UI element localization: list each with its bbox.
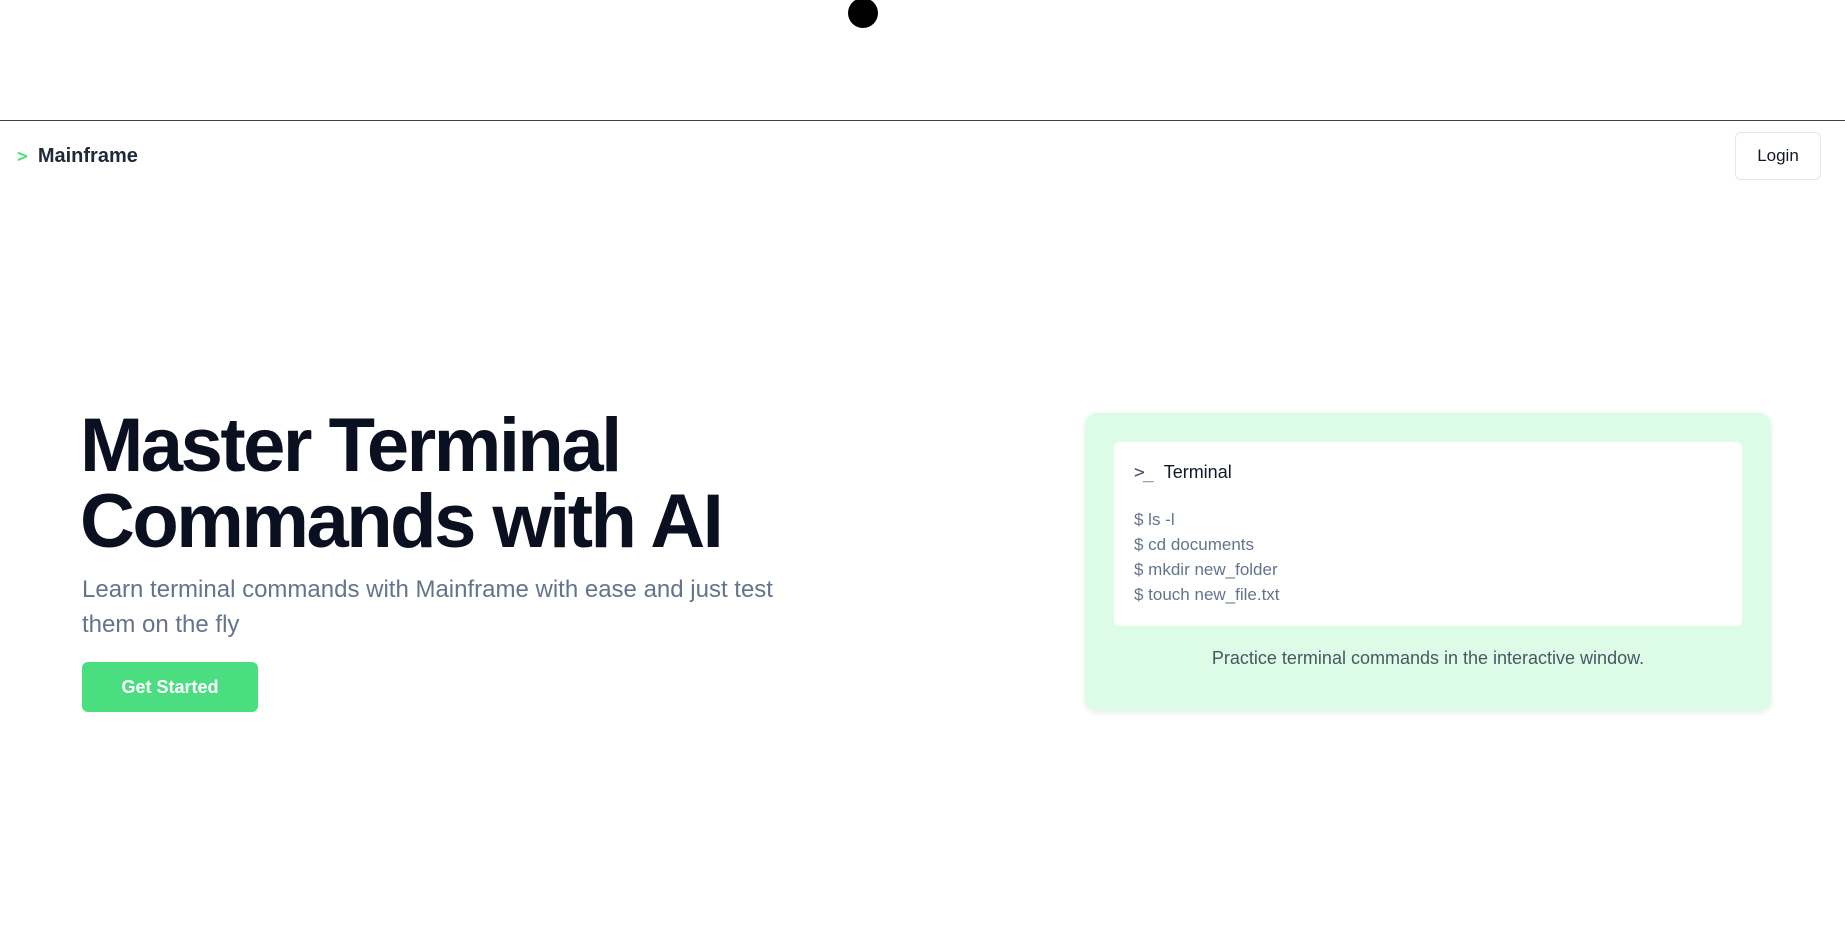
terminal-line: $ cd documents [1134,535,1255,554]
terminal-command-list: $ ls -l $ cd documents $ mkdir new_folde… [1134,507,1280,607]
chevron-right-icon: > [17,146,28,167]
camera-notch [848,0,878,28]
brand-logo-link[interactable]: > Mainframe [17,145,138,168]
terminal-line: $ touch new_file.txt [1134,585,1280,604]
terminal-line: $ mkdir new_folder [1134,560,1278,579]
site-header: > Mainframe Login [0,121,1845,195]
hero-title: Master Terminal Commands with AI [80,403,724,564]
terminal-icon: >_ [1134,462,1154,483]
hero-subtitle: Learn terminal commands with Mainframe w… [82,576,773,638]
login-button[interactable]: Login [1735,132,1821,180]
terminal-caption: Practice terminal commands in the intera… [1211,648,1645,668]
get-started-button[interactable]: Get Started [82,662,258,712]
terminal-line: $ ls -l [1134,510,1175,529]
terminal-window[interactable]: >_ Terminal $ ls -l $ cd documents $ mkd… [1114,442,1742,626]
terminal-title: Terminal [1163,462,1232,482]
terminal-card: >_ Terminal $ ls -l $ cd documents $ mkd… [1085,413,1771,711]
page: > Mainframe Login Master Terminal Comman… [0,0,1845,938]
terminal-header: >_ Terminal [1134,462,1232,483]
brand-name: Mainframe [37,145,138,167]
